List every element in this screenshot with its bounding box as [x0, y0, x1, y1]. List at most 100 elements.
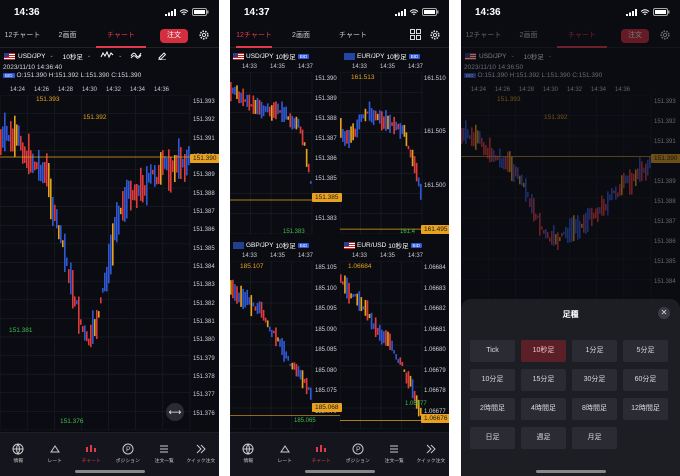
candle-type-icon[interactable] [100, 50, 114, 61]
tab-12-charts[interactable]: 12チャート [230, 24, 278, 48]
subchart-eurusd-title[interactable]: EUR/USD 10秒足 BID [344, 240, 424, 250]
candle [539, 212, 541, 236]
nav-quick-order[interactable]: クイック注文 [416, 443, 446, 464]
candle [405, 372, 408, 384]
nav-quick-order[interactable]: クイック注文 [186, 443, 216, 464]
interval-option[interactable]: 8時間足 [572, 398, 617, 420]
pair-select[interactable]: USD/JPY [479, 53, 506, 60]
subchart-eurjpy-title[interactable]: EUR/JPY 10秒足 BID [344, 51, 422, 61]
interval-option[interactable]: 5分足 [623, 340, 668, 362]
interval-option[interactable]: 月足 [572, 427, 617, 449]
candle [387, 115, 389, 130]
interval-option[interactable]: 1分足 [572, 340, 617, 362]
candle [132, 189, 134, 201]
bid-badge: BID [3, 73, 15, 78]
tab-12-charts[interactable]: 12チャート [0, 24, 45, 48]
interval-select[interactable]: 10秒足 [524, 51, 544, 61]
tab-chart[interactable]: チャート [324, 24, 382, 48]
candle [370, 107, 373, 123]
subchart-eurjpy[interactable] [340, 72, 449, 234]
candle [236, 286, 238, 304]
candle [289, 363, 292, 366]
gear-icon[interactable] [659, 29, 671, 41]
candle [110, 234, 112, 275]
subchart-gbpjpy-title[interactable]: GBP/JPY 10秒足 BID [233, 240, 311, 250]
candle [277, 337, 279, 342]
tab-12-charts[interactable]: 12チャート [461, 24, 506, 48]
candle [372, 323, 375, 329]
interval-option[interactable]: 週足 [521, 427, 566, 449]
candle [54, 204, 56, 222]
candle [136, 183, 138, 209]
draw-pen-icon[interactable] [157, 51, 167, 62]
interval-option[interactable]: 12時間足 [623, 398, 668, 420]
nav-rate[interactable]: レート [270, 443, 300, 464]
candle [629, 169, 631, 195]
interval-option[interactable]: 4時間足 [521, 398, 566, 420]
interval-select[interactable]: 10秒足 [63, 51, 83, 61]
candle [299, 369, 302, 380]
candle [387, 331, 389, 347]
indicator-icon[interactable] [130, 51, 142, 61]
chevron-down-icon: ⌄ [547, 53, 553, 59]
phone-screen-interval-sheet: 12チャート 2画面 チャート 注文 USD/JPY ⌄ 10秒足 ⌄ 2023/1… [461, 0, 680, 476]
tab-chart[interactable]: チャート [551, 24, 613, 48]
nav-position[interactable]: P ポジション [343, 443, 373, 464]
interval-option[interactable]: 60分足 [623, 369, 668, 391]
order-button[interactable]: 注文 [160, 29, 188, 43]
nav-info[interactable]: 情報 [3, 443, 33, 464]
tab-2-screens[interactable]: 2画面 [45, 24, 90, 48]
tab-chart[interactable]: チャート [90, 24, 152, 48]
interval-option[interactable]: Tick [470, 340, 515, 362]
nav-rate[interactable]: レート [40, 443, 70, 464]
gear-icon[interactable] [429, 29, 441, 41]
candle [303, 142, 306, 146]
price-chart[interactable] [0, 95, 219, 430]
candle [356, 119, 359, 138]
pair-select[interactable]: USD/JPY [18, 53, 45, 60]
subchart-usdjpy-title[interactable]: USD/JPY 10秒足 BID [233, 51, 311, 61]
candle [108, 243, 110, 284]
ohlc-row: BID O:151.390 H:151.392 L:151.390 C:151.3… [0, 72, 219, 80]
interval-option[interactable]: 10分足 [470, 369, 515, 391]
candle [172, 160, 174, 173]
high-label: 1.06684 [348, 263, 372, 270]
candle [42, 162, 44, 184]
status-bar: 14:37 [230, 0, 449, 24]
candle [354, 128, 356, 137]
tab-2-screens[interactable]: 2画面 [278, 24, 324, 48]
interval-option[interactable]: 30分足 [572, 369, 617, 391]
expand-arrows-icon[interactable]: ⟷ [166, 403, 184, 421]
interval-option[interactable]: 日足 [470, 427, 515, 449]
price-tick: 185.105 [315, 265, 337, 271]
interval-option[interactable]: 15分足 [521, 369, 566, 391]
interval-option-selected[interactable]: 10秒足 [521, 340, 566, 362]
candle [264, 317, 267, 323]
tab-2-screens[interactable]: 2画面 [506, 24, 551, 48]
grid-layout-icon[interactable] [410, 29, 421, 40]
time-tick: 14:24 [10, 87, 26, 93]
candle [569, 218, 571, 243]
time-tick: 14:26 [34, 87, 50, 93]
close-icon[interactable]: ✕ [658, 307, 670, 319]
candle [281, 338, 283, 355]
nav-chart[interactable]: チャート [306, 443, 336, 464]
order-button[interactable]: 注文 [621, 29, 649, 43]
nav-chart[interactable]: チャート [76, 443, 106, 464]
candle [232, 279, 234, 299]
nav-order-list[interactable]: 注文一覧 [149, 443, 179, 464]
interval-option[interactable]: 2時間足 [470, 398, 515, 420]
candle [346, 129, 348, 144]
candle [643, 167, 645, 173]
nav-position[interactable]: P ポジション [113, 443, 143, 464]
double-chevron-icon [426, 444, 436, 454]
price-tick: 161.500 [424, 182, 446, 189]
gear-icon[interactable] [198, 29, 210, 41]
candle [277, 103, 279, 115]
candle [102, 288, 104, 293]
nav-order-list[interactable]: 注文一覧 [379, 443, 409, 464]
candle [403, 124, 406, 137]
nav-info[interactable]: 情報 [233, 443, 263, 464]
candle [297, 366, 300, 377]
candle [98, 311, 100, 318]
